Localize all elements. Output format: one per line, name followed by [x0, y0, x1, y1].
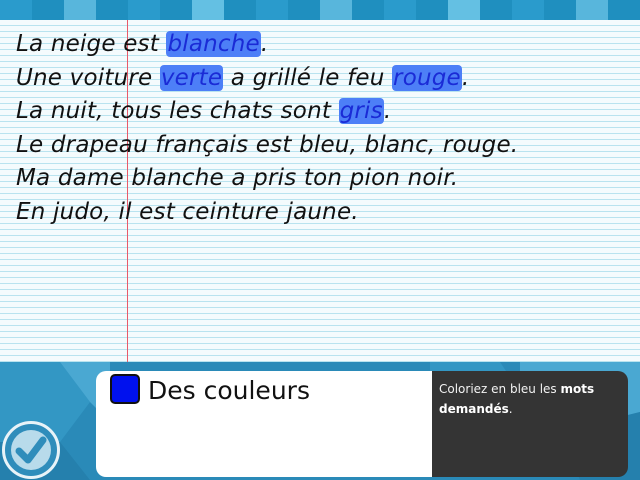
instruction-text: Coloriez en bleu les mots demandés.: [439, 379, 625, 419]
highlighted-word[interactable]: gris: [338, 98, 384, 124]
sentence-1: La neige est blanche.: [16, 28, 518, 62]
sentence-text[interactable]: Une voiture: [16, 65, 160, 91]
highlighted-word[interactable]: blanche: [166, 31, 261, 57]
sentence-text[interactable]: a grillé le feu: [223, 65, 392, 91]
check-icon: [11, 430, 51, 470]
sentence-text: .: [383, 98, 392, 124]
validate-button[interactable]: [2, 421, 60, 479]
color-swatch[interactable]: [110, 374, 140, 404]
instruction-part: Coloriez en bleu les: [439, 382, 561, 396]
instruction-part: .: [508, 402, 513, 416]
task-title: Des couleurs: [148, 376, 310, 405]
highlighted-word[interactable]: rouge: [392, 64, 462, 91]
top-decorative-band: [0, 0, 640, 20]
sentence-6[interactable]: En judo, il est ceinture jaune.: [16, 196, 518, 230]
sentence-text[interactable]: La nuit, tous les chats sont: [16, 98, 339, 124]
sentence-5[interactable]: Ma dame blanche a pris ton pion noir.: [16, 162, 518, 196]
sentence-text: .: [461, 64, 470, 91]
sentence-list: La neige est blanche. Une voiture verte …: [16, 28, 518, 229]
highlighted-word[interactable]: verte: [159, 64, 224, 91]
sentence-4[interactable]: Le drapeau français est bleu, blanc, rou…: [16, 129, 518, 163]
sentence-3: La nuit, tous les chats sont gris.: [16, 95, 518, 129]
sentence-2: Une voiture verte a grillé le feu rouge.: [16, 62, 518, 96]
sentence-text[interactable]: La neige est: [16, 31, 166, 57]
sentence-text: .: [260, 31, 269, 57]
